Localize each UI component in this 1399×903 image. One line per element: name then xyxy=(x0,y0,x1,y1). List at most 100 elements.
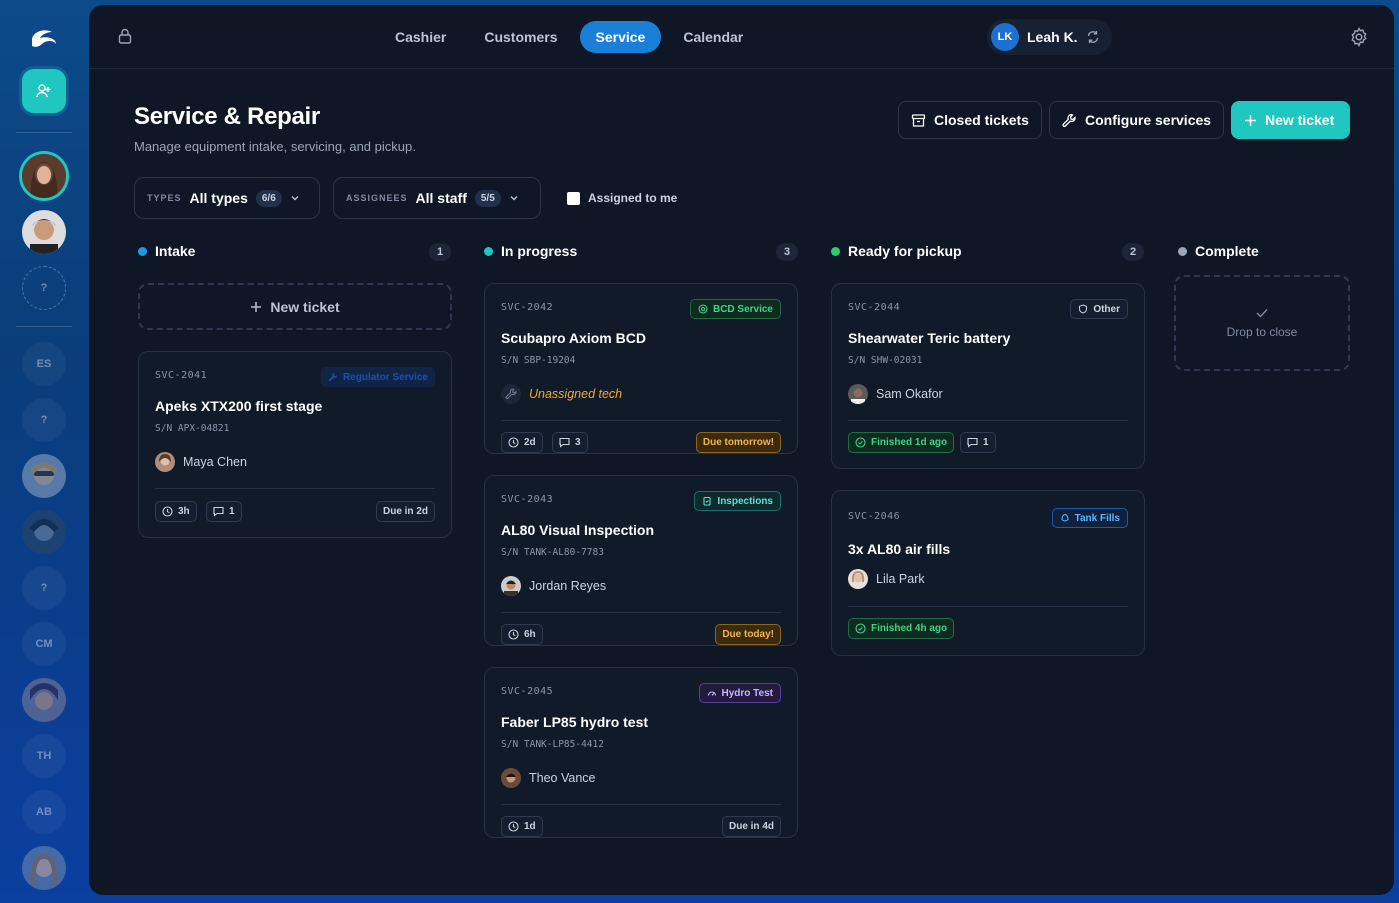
tab-cashier[interactable]: Cashier xyxy=(379,21,462,53)
column-header-complete: Complete xyxy=(1178,243,1259,259)
comments-chip[interactable]: 3 xyxy=(552,432,588,453)
customer-initials[interactable]: ? xyxy=(22,266,66,310)
types-filter[interactable]: TYPES All types 6/6 xyxy=(134,177,320,219)
chevron-down-icon xyxy=(291,196,299,201)
time-value: 1d xyxy=(524,821,536,832)
serial-number: S/N TANK-LP85-4412 xyxy=(501,739,604,750)
due-chip: Due in 4d xyxy=(721,816,781,837)
archive-icon xyxy=(911,113,926,127)
user-name: Leah K. xyxy=(1027,29,1078,45)
clipboard-icon xyxy=(703,496,711,506)
tab-service[interactable]: Service xyxy=(579,21,662,53)
comments-chip[interactable]: 1 xyxy=(206,501,242,522)
ticket-code: SVC-2042 xyxy=(501,302,554,313)
ticket-code: SVC-2044 xyxy=(848,302,901,313)
tech-name: Unassigned tech xyxy=(529,387,623,401)
column-header-intake: Intake xyxy=(138,243,195,259)
page-title: Service & Repair xyxy=(134,103,320,130)
new-ticket-button[interactable]: New ticket xyxy=(1231,101,1350,139)
tab-calendar[interactable]: Calendar xyxy=(667,21,759,53)
assigned-tech: Theo Vance xyxy=(501,768,595,788)
serial-number: S/N SBP-19204 xyxy=(501,355,576,366)
switch-user-icon[interactable] xyxy=(1086,30,1100,44)
customer-initials[interactable]: ES xyxy=(22,342,66,386)
customer-initials[interactable]: TH xyxy=(22,734,66,778)
customer-avatar[interactable] xyxy=(22,846,66,890)
complete-drop-zone[interactable]: Drop to close xyxy=(1174,275,1350,371)
closed-tickets-button[interactable]: Closed tickets xyxy=(898,101,1042,139)
comment-icon xyxy=(967,437,978,448)
customer-initials[interactable]: AB xyxy=(22,790,66,834)
gauge-icon xyxy=(698,304,708,314)
column-title: Intake xyxy=(155,243,196,259)
chevron-down-icon xyxy=(510,196,518,201)
card-divider xyxy=(501,612,781,613)
customer-initials[interactable]: ? xyxy=(22,398,66,442)
assignees-filter[interactable]: ASSIGNEES All staff 5/5 xyxy=(333,177,541,219)
assigned-to-me-label: Assigned to me xyxy=(588,191,678,205)
ticket-code: SVC-2043 xyxy=(501,494,554,505)
add-ticket-intake-button[interactable]: New ticket xyxy=(138,283,452,330)
customer-avatar[interactable] xyxy=(22,678,66,722)
tab-customers[interactable]: Customers xyxy=(468,21,573,53)
plus-icon xyxy=(1245,114,1256,126)
tech-avatar xyxy=(848,569,868,589)
ticket-card[interactable]: SVC-2046 Tank Fills 3x AL80 air fills Li… xyxy=(831,490,1145,656)
service-tag-label: Tank Fills xyxy=(1074,512,1120,524)
ticket-card[interactable]: SVC-2041 Regulator Service Apeks XTX200 … xyxy=(138,351,452,538)
due-chip: Due in 2d xyxy=(375,501,435,522)
finished-chip: Finished 4h ago xyxy=(848,618,955,639)
finished-label: Finished 4h ago xyxy=(871,623,948,634)
tech-name: Theo Vance xyxy=(529,771,596,785)
clock-icon xyxy=(508,437,519,448)
left-rail: ? ES ? ? CM TH AB xyxy=(0,0,88,903)
check-icon xyxy=(1256,309,1268,318)
gear-icon[interactable] xyxy=(1349,27,1369,47)
app-logo xyxy=(32,30,56,47)
lock-icon[interactable] xyxy=(117,27,133,45)
column-title: Complete xyxy=(1195,243,1259,259)
tech-name: Sam Okafor xyxy=(876,387,943,401)
ticket-title: Faber LP85 hydro test xyxy=(501,714,649,730)
rail-divider xyxy=(16,326,72,327)
nav-tabs: Cashier Customers Service Calendar xyxy=(379,21,759,53)
customer-avatar[interactable] xyxy=(22,154,66,198)
comments-chip[interactable]: 1 xyxy=(960,432,996,453)
customer-avatar[interactable] xyxy=(22,454,66,498)
types-filter-count: 6/6 xyxy=(255,189,282,207)
customer-avatar[interactable] xyxy=(22,510,66,554)
customer-initials[interactable]: CM xyxy=(22,622,66,666)
column-count: 1 xyxy=(429,243,451,261)
time-value: 3h xyxy=(178,506,190,517)
assigned-to-me-toggle[interactable]: Assigned to me xyxy=(567,191,677,205)
assigned-to-me-checkbox[interactable] xyxy=(567,191,580,205)
ticket-card[interactable]: SVC-2043 Inspections AL80 Visual Inspect… xyxy=(484,475,798,646)
column-header-ready: Ready for pickup xyxy=(831,243,962,259)
drop-to-close-label: Drop to close xyxy=(1226,325,1298,339)
ticket-card[interactable]: SVC-2042 BCD Service Scubapro Axiom BCD … xyxy=(484,283,798,454)
types-filter-key: TYPES xyxy=(147,193,182,203)
new-ticket-label: New ticket xyxy=(1265,112,1335,128)
service-tag-label: BCD Service xyxy=(712,303,773,315)
status-dot xyxy=(138,246,147,256)
user-menu[interactable]: LK Leah K. xyxy=(987,19,1112,55)
assigned-tech[interactable]: Unassigned tech xyxy=(501,384,622,404)
ticket-card[interactable]: SVC-2044 Other Shearwater Teric battery … xyxy=(831,283,1145,469)
shield-icon xyxy=(1079,304,1088,314)
service-tag: BCD Service xyxy=(689,299,781,319)
service-tag-label: Regulator Service xyxy=(342,371,428,383)
customer-initials[interactable]: ? xyxy=(22,566,66,610)
configure-services-button[interactable]: Configure services xyxy=(1049,101,1225,139)
serial-number: S/N SHW-02031 xyxy=(848,355,923,366)
time-in-status-chip: 3h xyxy=(155,501,197,522)
ticket-card[interactable]: SVC-2045 Hydro Test Faber LP85 hydro tes… xyxy=(484,667,798,838)
check-circle-icon xyxy=(855,437,866,448)
column-count: 2 xyxy=(1122,243,1144,261)
add-customer-button[interactable] xyxy=(22,69,66,113)
service-tag-label: Other xyxy=(1093,303,1120,315)
customer-avatar[interactable] xyxy=(22,210,66,254)
assignees-filter-value: All staff xyxy=(415,190,467,206)
card-divider xyxy=(848,420,1128,421)
comment-icon xyxy=(559,437,570,448)
card-divider xyxy=(155,488,435,489)
